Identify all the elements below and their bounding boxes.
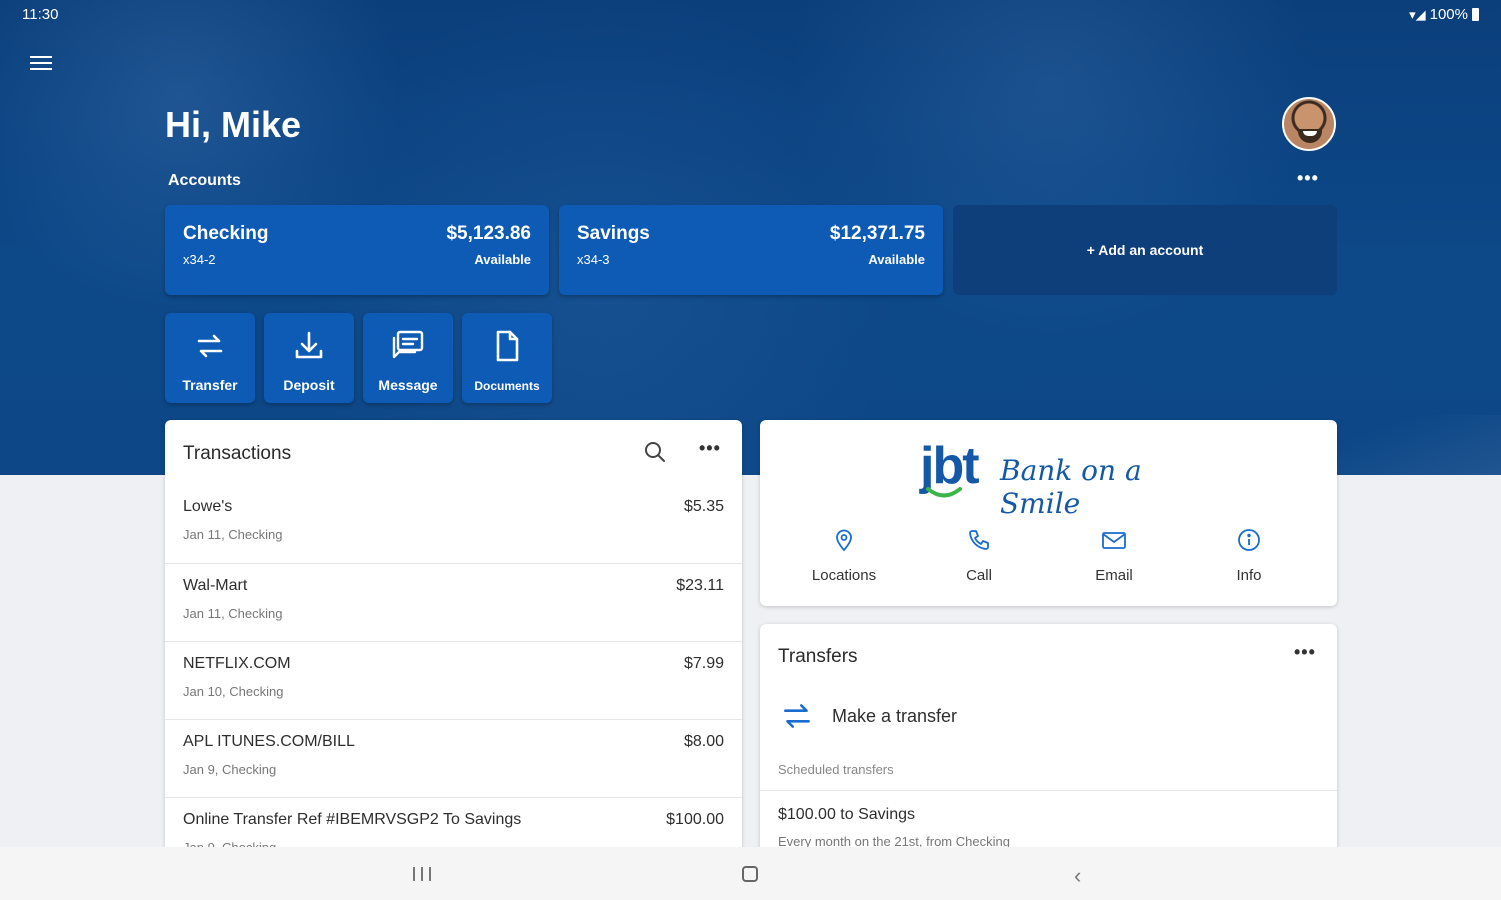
transaction-row[interactable]: APL ITUNES.COM/BILL Jan 9, Checking $8.0… (165, 719, 742, 798)
system-nav-bar: ‹ (0, 847, 1501, 900)
scheduled-transfers-label: Scheduled transfers (778, 762, 894, 777)
bank-logo: jbt Bank on a Smile (920, 437, 1180, 520)
add-account-button[interactable]: + Add an account (953, 205, 1337, 295)
phone-icon (969, 530, 989, 550)
transaction-detail: Jan 9, Checking (183, 762, 277, 777)
battery-icon (1472, 8, 1479, 21)
transaction-description: Online Transfer Ref #IBEMRVSGP2 To Savin… (183, 811, 522, 828)
home-icon[interactable] (742, 866, 758, 882)
wifi-icon: ▾◢ (1409, 6, 1426, 22)
status-indicators: ▾◢ 100% (1409, 6, 1479, 23)
documents-label: Documents (474, 379, 540, 393)
email-label: Email (1095, 567, 1133, 584)
accounts-label: Accounts (168, 172, 241, 189)
locations-button[interactable]: Locations (779, 528, 909, 584)
download-icon (295, 331, 323, 359)
account-balance: $5,123.86 (446, 223, 531, 244)
email-button[interactable]: Email (1049, 528, 1179, 584)
transfer-label: Transfer (182, 377, 238, 393)
smile-logo-icon (926, 487, 962, 498)
transaction-amount: $23.11 (676, 577, 724, 594)
transaction-row[interactable]: NETFLIX.COM Jan 10, Checking $7.99 (165, 641, 742, 720)
transaction-row[interactable]: Lowe's Jan 11, Checking $5.35 (165, 485, 742, 563)
location-pin-icon (836, 529, 852, 552)
bank-contact-card: jbt Bank on a Smile Locations Call Email… (760, 420, 1337, 606)
make-transfer-label: Make a transfer (832, 706, 958, 726)
greeting: Hi, Mike (165, 104, 302, 145)
balance-label: Available (868, 252, 925, 267)
transfers-more-icon[interactable]: ••• (1294, 642, 1316, 663)
transfer-icon (784, 704, 810, 728)
status-bar: 11:30 ▾◢ 100% (0, 0, 1501, 28)
account-card-savings[interactable]: Savings x34-3 $12,371.75 Available (559, 205, 943, 295)
recents-icon[interactable] (413, 867, 431, 881)
transaction-detail: Jan 11, Checking (183, 527, 283, 542)
document-icon (496, 330, 519, 362)
documents-button[interactable]: Documents (462, 313, 552, 403)
call-label: Call (966, 567, 992, 584)
search-icon[interactable] (643, 440, 667, 464)
info-button[interactable]: Info (1184, 528, 1314, 584)
transfer-button[interactable]: Transfer (165, 313, 255, 403)
info-icon (1238, 529, 1260, 551)
transfers-title: Transfers (778, 646, 858, 667)
back-icon[interactable]: ‹ (1074, 863, 1081, 889)
balance-label: Available (474, 252, 531, 267)
accounts-more-icon[interactable]: ••• (1297, 168, 1319, 189)
transaction-detail: Jan 10, Checking (183, 684, 284, 699)
transaction-amount: $100.00 (666, 811, 724, 828)
account-card-checking[interactable]: Checking x34-2 $5,123.86 Available (165, 205, 549, 295)
transactions-title: Transactions (183, 443, 292, 464)
logo-tagline: Bank on a Smile (1000, 454, 1142, 520)
info-label: Info (1236, 567, 1262, 584)
make-transfer-button[interactable]: Make a transfer (778, 696, 1318, 736)
account-balance: $12,371.75 (829, 223, 925, 244)
transaction-amount: $8.00 (683, 733, 724, 750)
transaction-description: APL ITUNES.COM/BILL (183, 733, 355, 750)
transaction-detail: Jan 11, Checking (183, 606, 283, 621)
hamburger-menu-icon[interactable] (30, 52, 52, 72)
mail-icon (1102, 532, 1126, 549)
transaction-description: Lowe's (183, 498, 233, 515)
battery-percent: 100% (1429, 6, 1468, 23)
deposit-button[interactable]: Deposit (264, 313, 354, 403)
call-button[interactable]: Call (914, 528, 1044, 584)
transaction-description: Wal-Mart (183, 577, 248, 594)
message-icon (392, 330, 424, 359)
transactions-more-icon[interactable]: ••• (699, 438, 721, 459)
transaction-description: NETFLIX.COM (183, 655, 291, 672)
transaction-amount: $7.99 (683, 655, 724, 672)
transaction-row[interactable]: Wal-Mart Jan 11, Checking $23.11 (165, 563, 742, 642)
status-time: 11:30 (22, 6, 59, 23)
transaction-amount: $5.35 (683, 498, 724, 515)
transactions-card: Transactions ••• Lowe's Jan 11, Checking… (165, 420, 742, 900)
account-number: x34-3 (577, 252, 610, 267)
account-name: Savings (577, 223, 650, 244)
message-label: Message (378, 377, 438, 393)
avatar[interactable] (1282, 97, 1336, 151)
account-number: x34-2 (183, 252, 216, 267)
message-button[interactable]: Message (363, 313, 453, 403)
locations-label: Locations (811, 567, 877, 584)
transfer-icon (197, 334, 223, 358)
deposit-label: Deposit (283, 377, 335, 393)
account-name: Checking (183, 223, 269, 244)
scheduled-transfer-title: $100.00 to Savings (778, 806, 915, 823)
